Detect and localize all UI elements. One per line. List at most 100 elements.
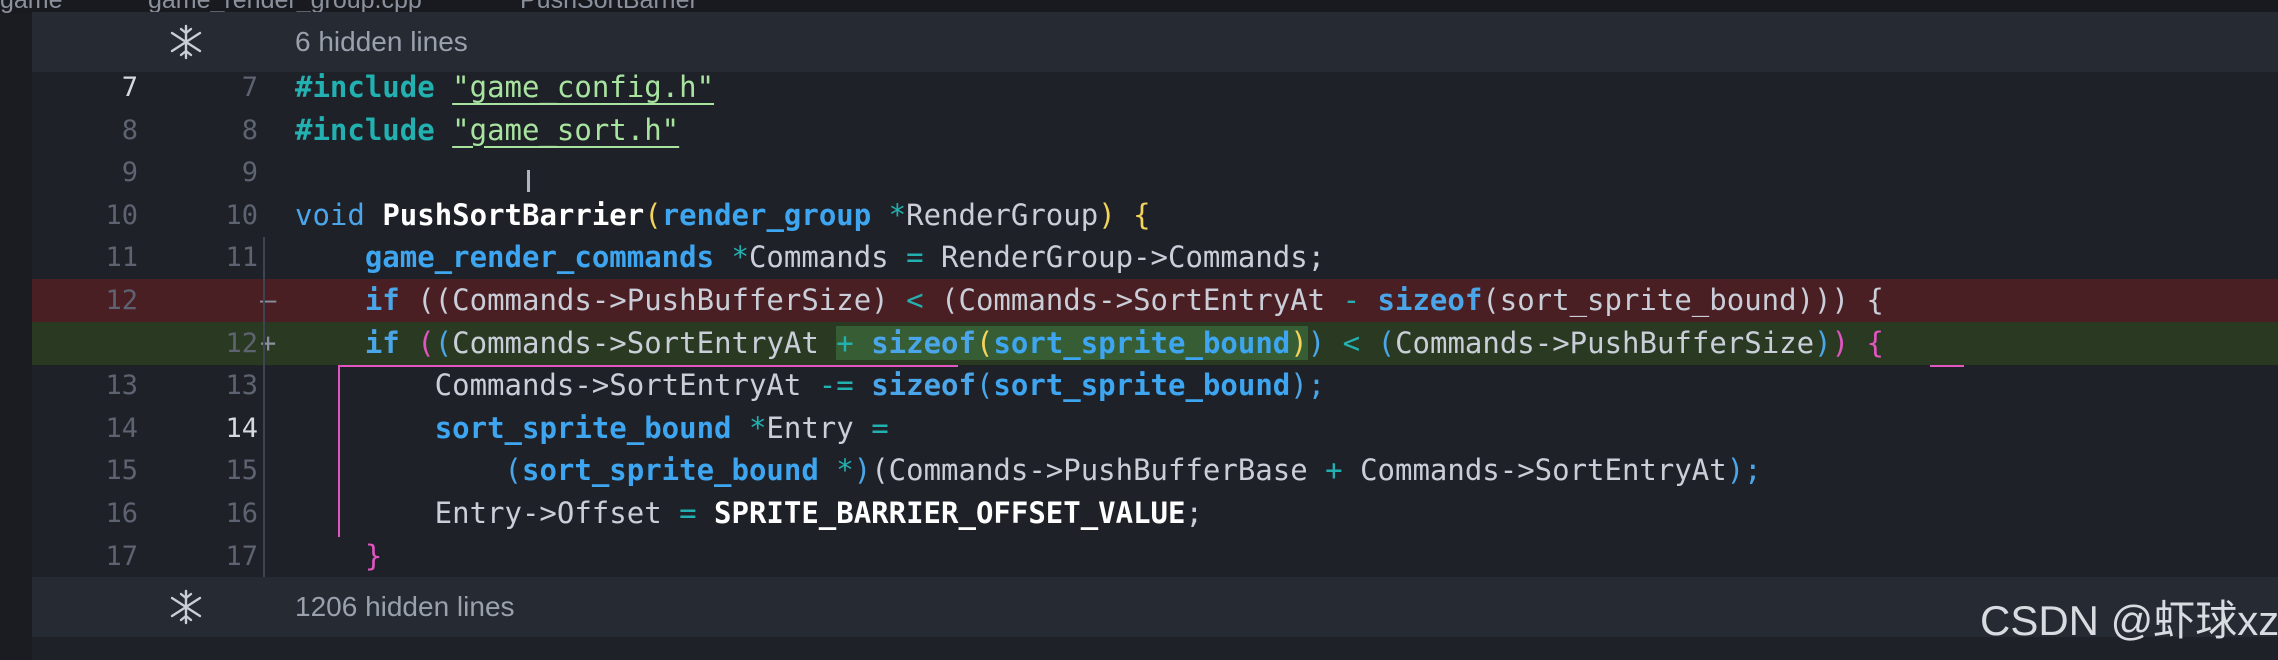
code-token: = — [871, 410, 889, 445]
code-token: void — [295, 197, 383, 232]
code-line[interactable]: 13 13 Commands->SortEntryAt -= sizeof(sor… — [32, 364, 2278, 407]
code-line-deleted[interactable]: 12— if ((Commands->PushBufferSize) < (Co… — [32, 279, 2278, 322]
unfold-icon[interactable] — [166, 587, 206, 627]
code-token: (Commands->SortEntryAt — [923, 283, 1343, 317]
code-line[interactable]: 99 — [32, 151, 2278, 194]
bracket-guide — [338, 367, 340, 537]
code-line[interactable]: 11 11 game_render_commands *Commands = Re… — [32, 236, 2278, 279]
code-line[interactable]: 7 7 #include "game_config.h" — [32, 66, 2278, 109]
code-token: ( — [975, 368, 994, 403]
code-text[interactable]: sort_sprite_bound *Entry = — [295, 407, 889, 450]
code-token: ( — [504, 453, 522, 488]
new-line-number: 7 — [241, 72, 258, 103]
code-text[interactable]: Commands->SortEntryAt -= sizeof(sort_spr… — [295, 364, 1325, 407]
new-line-number: 15 — [225, 455, 258, 487]
code-token: sizeof — [871, 325, 976, 360]
code-text[interactable]: if ((Commands->SortEntryAt + sizeof(sort… — [295, 322, 1884, 365]
code-token: ( — [434, 325, 453, 360]
code-text[interactable]: } — [295, 535, 382, 578]
code-token: * — [871, 197, 907, 232]
code-line[interactable]: 17 17 } — [32, 535, 2278, 578]
code-token: render_group — [661, 197, 872, 232]
code-text[interactable]: #include "game_sort.h" — [295, 109, 679, 152]
code-token: + — [836, 325, 872, 360]
code-token: "game_sort.h" — [452, 112, 680, 147]
hidden-lines-fold-top[interactable]: 6 hidden lines — [32, 12, 2278, 72]
code-text[interactable]: if ((Commands->PushBufferSize) < (Comman… — [295, 279, 1884, 322]
code-token: if — [364, 283, 400, 317]
watermark: CSDN @虾球xz — [1980, 597, 2278, 644]
code-token: * — [714, 240, 749, 275]
bracket-guide — [338, 365, 958, 367]
code-line[interactable]: 16 16 Entry->Offset = SPRITE_BARRIER_OFFS… — [32, 492, 2278, 535]
code-token: ) — [1290, 325, 1308, 360]
code-token: sort_sprite_bound — [993, 325, 1291, 360]
code-token: Commands->SortEntryAt — [452, 325, 837, 360]
code-text[interactable]: Entry->Offset = SPRITE_BARRIER_OFFSET_VA… — [295, 492, 1203, 535]
code-token: sort_sprite_bound — [434, 410, 732, 445]
code-token: < — [906, 283, 924, 317]
new-line-number: 14 — [225, 412, 258, 444]
code-token: * — [818, 453, 854, 488]
code-line[interactable]: 10 10 void PushSortBarrier(render_group *R… — [32, 194, 2278, 237]
code-token: -= — [818, 368, 854, 403]
code-token: RenderGroup->Commands; — [923, 240, 1326, 275]
hidden-lines-label: 1206 hidden lines — [295, 591, 515, 622]
code-token: Commands->PushBufferSize — [1395, 325, 1815, 360]
new-line-number: 17 — [225, 540, 258, 572]
new-line-number: 13 — [225, 370, 258, 402]
code-line[interactable]: 8 8 #include "game_sort.h" — [32, 109, 2278, 152]
new-line-number: 8 — [241, 114, 258, 146]
old-line-number: 9 — [121, 157, 138, 189]
code-token: - — [1342, 283, 1361, 317]
code-token: game_render_commands — [364, 240, 715, 275]
code-token: Entry->Offset — [295, 496, 680, 530]
unfold-icon[interactable] — [166, 22, 206, 62]
code-token: < — [1342, 325, 1361, 360]
code-token: (Commands->PushBufferBase — [871, 453, 1326, 488]
new-line-number: 11 — [225, 242, 258, 274]
code-line[interactable]: 15 15 (sort_sprite_bound *)(Commands->Pus… — [32, 449, 2278, 492]
code-line[interactable]: 14 14 sort_sprite_bound *Entry = — [32, 407, 2278, 450]
code-token: RenderGroup — [906, 197, 1099, 232]
old-line-number: 7 — [121, 72, 138, 103]
code-token: ) { — [1831, 325, 1884, 360]
code-token: sort_sprite_bound — [993, 368, 1291, 403]
code-token: ); — [1726, 453, 1762, 488]
code-text[interactable]: (sort_sprite_bound *)(Commands->PushBuff… — [295, 449, 1762, 492]
old-line-number: 8 — [121, 114, 138, 146]
code-token: sizeof — [871, 368, 976, 403]
code-token: ) — [1814, 325, 1832, 360]
code-token: ) { — [1098, 197, 1151, 232]
code-token: #include — [295, 70, 435, 104]
code-token: } — [364, 538, 383, 573]
code-token: ) — [1307, 325, 1326, 360]
code-text[interactable]: #include "game_config.h" — [295, 66, 714, 109]
old-line-number: 14 — [105, 412, 138, 444]
code-text[interactable]: void PushSortBarrier(render_group *Rende… — [295, 194, 1151, 237]
code-token: + — [1325, 453, 1343, 488]
code-line-inserted[interactable]: 12 + if ((Commands->SortEntryAt + sizeof(… — [32, 321, 2278, 365]
hidden-lines-fold-bottom[interactable]: 1206 hidden lines — [32, 577, 2278, 637]
hidden-lines-label: 6 hidden lines — [295, 26, 468, 57]
new-line-number: 10 — [225, 199, 258, 231]
old-line-number: 16 — [105, 498, 138, 529]
old-line-number: 17 — [105, 540, 138, 572]
code-text[interactable]: game_render_commands *Commands = RenderG… — [295, 236, 1325, 279]
code-token: ( — [417, 325, 435, 360]
indent-guide — [263, 237, 265, 577]
code-token: ); — [1290, 368, 1326, 403]
code-token: = — [679, 496, 697, 530]
code-token: = — [906, 240, 924, 275]
code-token: Commands — [748, 240, 907, 275]
code-token: Commands->SortEntryAt — [1342, 453, 1727, 488]
